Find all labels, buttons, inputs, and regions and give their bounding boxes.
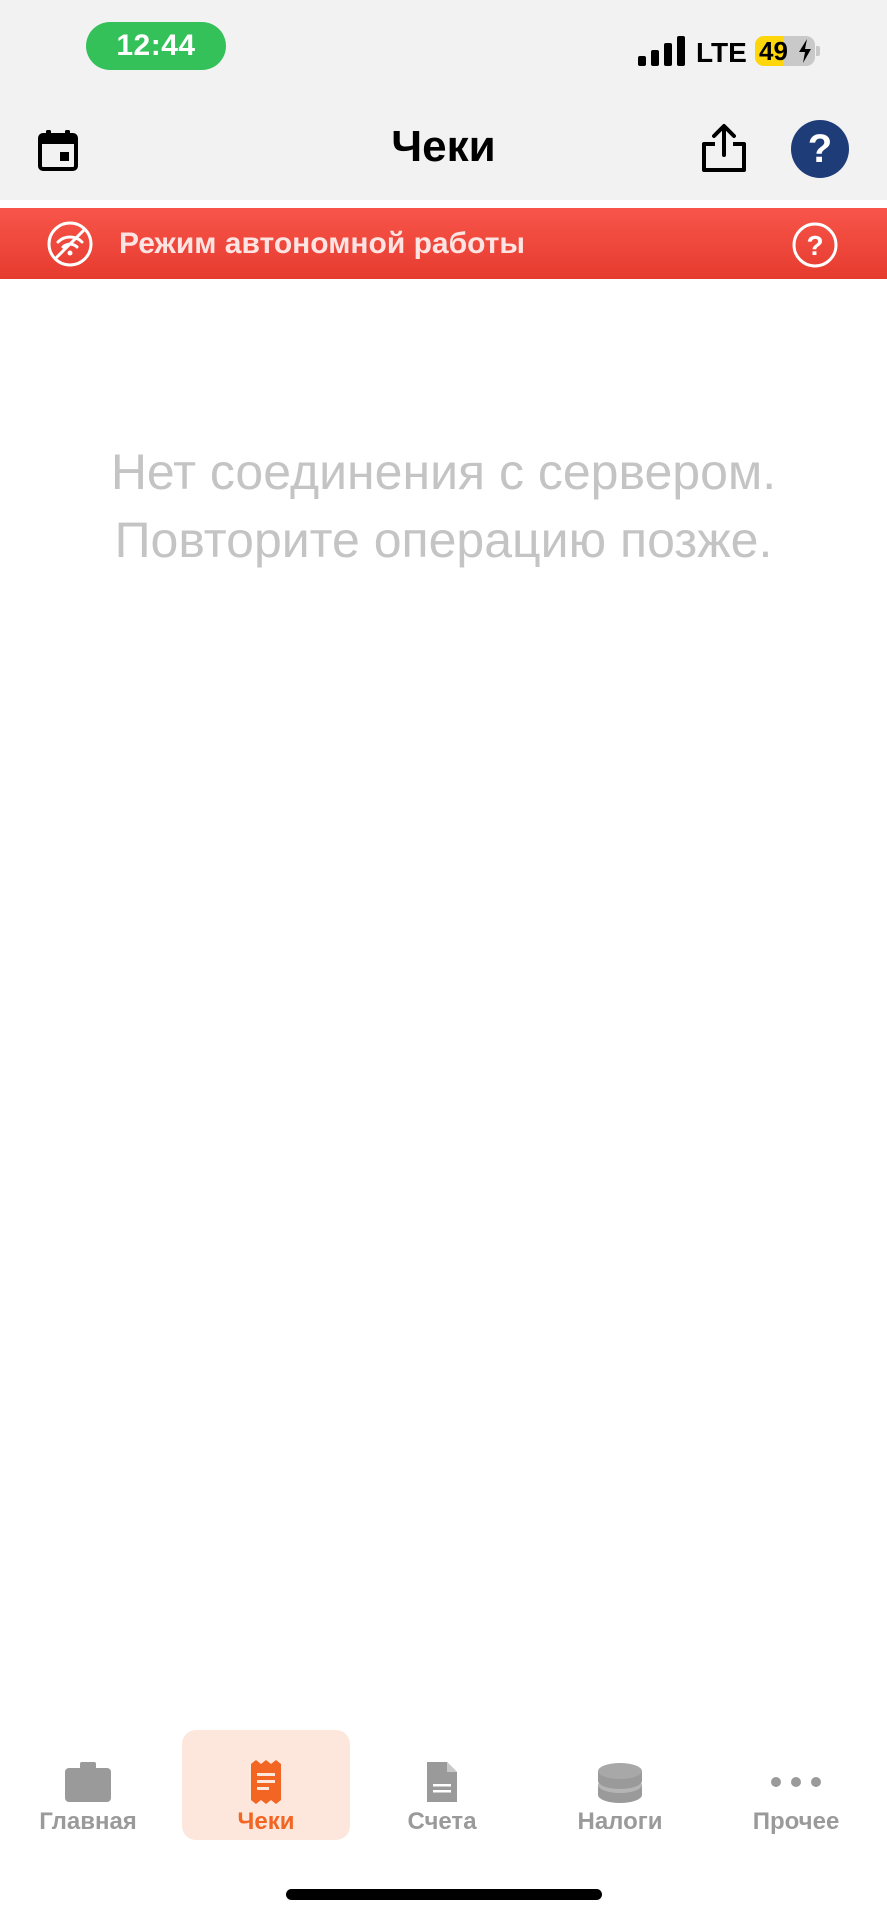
tab-taxes[interactable]: Налоги <box>536 1730 704 1840</box>
network-type: LTE <box>696 37 747 68</box>
wifi-off-icon <box>47 221 93 267</box>
home-indicator <box>286 1889 602 1900</box>
empty-state-message: Нет соединения с сервером. Повторите опе… <box>0 438 887 574</box>
document-icon <box>427 1762 457 1802</box>
tab-receipts-label: Чеки <box>237 1808 295 1835</box>
divider <box>0 200 887 208</box>
tab-taxes-label: Налоги <box>577 1808 663 1835</box>
svg-text:?: ? <box>806 230 823 261</box>
more-icon <box>771 1777 821 1787</box>
empty-state-line-2: Повторите операцию позже. <box>114 512 773 568</box>
tab-home[interactable]: Главная <box>4 1730 172 1840</box>
status-bar: 12:44 LTE 49 <box>0 0 887 100</box>
empty-state-line-1: Нет соединения с сервером. <box>110 444 777 500</box>
help-button[interactable]: ? <box>791 120 849 178</box>
tab-more-label: Прочее <box>752 1808 840 1835</box>
tab-invoices-label: Счета <box>407 1808 477 1835</box>
battery-icon: 49 <box>755 36 821 66</box>
receipt-icon <box>251 1760 281 1804</box>
battery-level: 49 <box>759 36 788 66</box>
status-time: 12:44 <box>86 22 226 70</box>
share-button[interactable] <box>694 118 754 180</box>
tab-more[interactable]: Прочее <box>712 1730 880 1840</box>
tab-invoices[interactable]: Счета <box>358 1730 526 1840</box>
briefcase-icon <box>65 1762 111 1802</box>
tab-home-label: Главная <box>39 1808 137 1835</box>
coins-icon <box>598 1763 642 1803</box>
nav-header: Чеки ? <box>0 100 887 200</box>
charging-bolt-icon <box>799 39 811 63</box>
share-icon <box>702 124 746 172</box>
offline-banner-text: Режим автономной работы <box>119 227 526 260</box>
help-icon: ? <box>807 126 833 171</box>
offline-banner: Режим автономной работы ? <box>0 208 887 279</box>
signal-icon <box>638 36 685 66</box>
tab-receipts[interactable]: Чеки <box>182 1730 350 1840</box>
question-circle-icon[interactable]: ? <box>791 221 839 269</box>
